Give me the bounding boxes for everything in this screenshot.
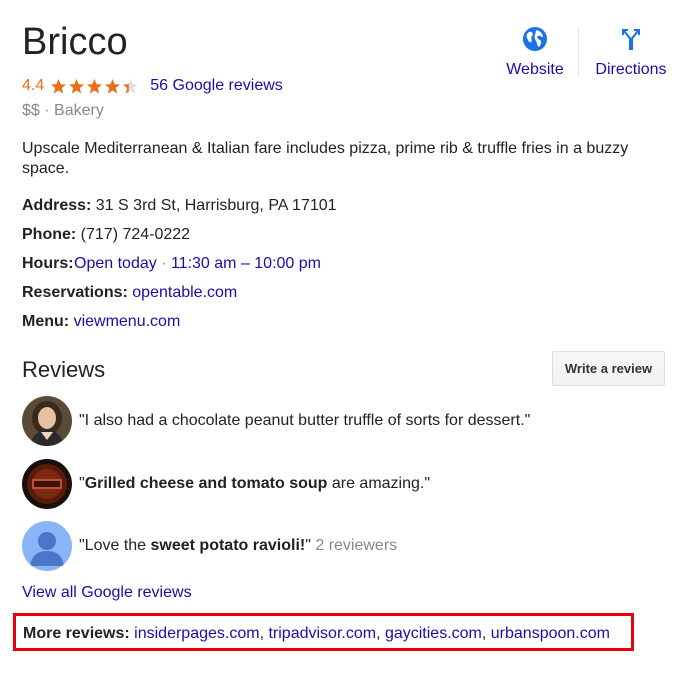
menu-row: Menu: viewmenu.com [22,312,180,332]
reviews-heading: Reviews [22,357,106,382]
rating-value: 4.4 [22,77,45,94]
star-icon [68,78,85,95]
review-highlight: Grilled cheese and tomato soup [84,475,328,492]
star-icon [104,78,121,95]
review-text: "Love the [79,537,151,554]
hours-separator: · [156,255,171,272]
reviewer-count: 2 reviewers [310,537,398,554]
write-review-button[interactable]: Write a review [552,351,665,386]
link-separator: , [376,625,385,642]
place-title: Bricco [22,21,128,63]
reviewer-avatar [22,396,72,446]
address-row: Address: 31 S 3rd St, Harrisburg, PA 171… [22,196,337,216]
phone-row: Phone: (717) 724-0222 [22,225,190,245]
reviewer-avatar [22,459,72,509]
place-description: Upscale Mediterranean & Italian fare inc… [22,140,629,177]
urbanspoon-link[interactable]: urbanspoon.com [491,625,610,642]
review-item[interactable]: "I also had a chocolate peanut butter tr… [22,396,530,446]
gaycities-link[interactable]: gaycities.com [385,625,482,642]
star-icon [50,78,67,95]
review-snippet: "I also had a chocolate peanut butter tr… [79,411,530,431]
action-divider [578,26,579,78]
review-highlight: sweet potato ravioli! [150,537,306,554]
more-reviews-row: More reviews: insiderpages.com, tripadvi… [23,624,610,644]
phone-value[interactable]: (717) 724-0222 [76,226,190,243]
opentable-link[interactable]: opentable.com [132,284,237,301]
address-label: Address: [22,197,92,214]
phone-label: Phone: [22,226,77,243]
menu-label: Menu: [22,313,70,330]
hours-range[interactable]: 11:30 am – 10:00 pm [171,255,321,272]
hours-label: Hours: [22,255,74,272]
view-all-reviews-link[interactable]: View all Google reviews [22,583,192,603]
address-value: 31 S 3rd St, Harrisburg, PA 17101 [91,197,337,214]
reservations-label: Reservations: [22,284,128,301]
directions-label: Directions [595,61,667,78]
separator: · [39,102,55,119]
review-text: "I also had a chocolate peanut butter tr… [79,412,531,429]
star-icon [122,78,139,95]
directions-button[interactable]: Directions [577,26,685,80]
review-item[interactable]: "Grilled cheese and tomato soup are amaz… [22,459,430,509]
price-level: $$ [22,102,40,119]
category: Bakery [54,102,104,119]
google-reviews-link[interactable]: 56 Google reviews [150,76,283,96]
review-snippet: "Love the sweet potato ravioli!" 2 revie… [79,536,397,556]
viewmenu-link[interactable]: viewmenu.com [74,313,181,330]
tripadvisor-link[interactable]: tripadvisor.com [268,625,376,642]
link-separator: , [481,625,491,642]
directions-icon [618,26,644,52]
hours-row: Hours: Open today · 11:30 am – 10:00 pm [22,254,321,274]
insiderpages-link[interactable]: insiderpages.com [134,625,259,642]
rating-row: 4.4 56 Google reviews [22,76,283,96]
star-icon [86,78,103,95]
star-rating [50,78,140,95]
hours-status[interactable]: Open today [74,255,157,272]
website-button[interactable]: Website [497,26,573,80]
action-bar: Website Directions [497,26,685,80]
website-label: Website [506,61,564,78]
globe-icon [522,26,548,52]
price-category: $$ · Bakery [22,101,104,121]
review-item[interactable]: "Love the sweet potato ravioli!" 2 revie… [22,521,397,571]
review-snippet: "Grilled cheese and tomato soup are amaz… [79,474,430,494]
reservations-row: Reservations: opentable.com [22,283,237,303]
default-avatar-icon [22,521,72,571]
review-text-end: are amazing." [327,475,431,492]
more-reviews-label: More reviews: [23,625,130,642]
